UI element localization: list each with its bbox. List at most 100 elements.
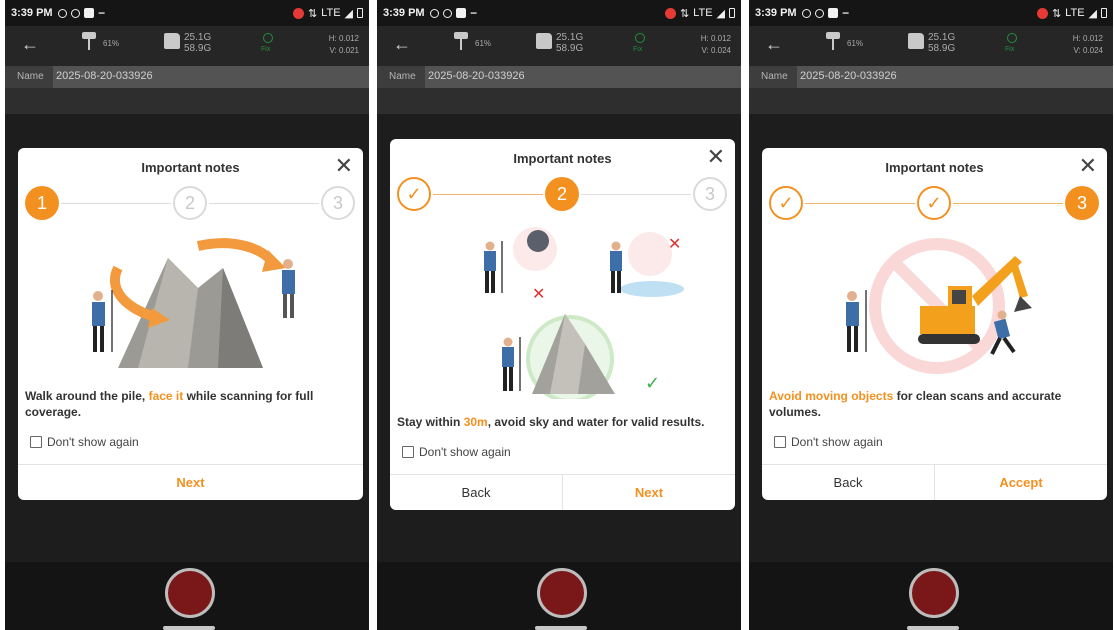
- rover-battery: 61%: [847, 39, 864, 48]
- capture-bar: [749, 562, 1113, 630]
- battery-icon: [357, 8, 363, 18]
- status-bar: 3:39 PM ▬ ⇅ LTE ◢: [377, 0, 741, 26]
- dialog-title: Important notes: [513, 151, 612, 166]
- step-connector: [209, 203, 319, 204]
- recording-icon: [1036, 7, 1048, 19]
- scan-range-illustration: ✕ ✕ ✓: [484, 227, 684, 399]
- dont-show-again-checkbox[interactable]: [402, 446, 414, 458]
- screenshot-composite: 3:39 PM ▬ ⇅ LTE ◢ ← 61% 25.1G 58.9G Fix …: [0, 0, 1115, 630]
- wifi-icon: ⇅: [679, 7, 690, 20]
- dont-show-again-option[interactable]: Don't show again: [402, 445, 511, 459]
- instruction-text: Avoid moving objects for clean scans and…: [769, 388, 1097, 420]
- app-notification-icon: [827, 8, 838, 18]
- home-indicator: [163, 626, 215, 630]
- dont-show-again-label: Don't show again: [419, 445, 511, 459]
- dont-show-again-checkbox[interactable]: [30, 436, 42, 448]
- step-connector: [433, 194, 543, 195]
- gnss-rover-icon[interactable]: [454, 32, 468, 50]
- sd-card-icon: [536, 33, 552, 49]
- sd-card-icon: [908, 33, 924, 49]
- network-label: LTE: [321, 7, 341, 19]
- dialog-title: Important notes: [885, 160, 984, 175]
- storage-total: 58.9G: [928, 43, 956, 54]
- accept-button[interactable]: Accept: [935, 465, 1107, 500]
- storage-info: 25.1G 58.9G: [556, 32, 583, 54]
- surveyor-left: [92, 290, 113, 352]
- gnss-rover-icon[interactable]: [826, 32, 840, 50]
- network-label: LTE: [693, 7, 713, 19]
- name-bar: Name 2025-08-20-033926: [377, 66, 741, 88]
- instruction-highlight: face it: [148, 389, 184, 403]
- battery-icon: [729, 8, 735, 18]
- h-precision: H: 0.012: [1072, 34, 1103, 43]
- app-notification-icon: [455, 8, 466, 18]
- instruction-text-part: Stay within: [397, 415, 464, 429]
- back-arrow-icon[interactable]: ←: [765, 34, 783, 55]
- signal-icon: ◢: [1088, 7, 1097, 20]
- dialog-button-row: Back Accept: [762, 464, 1107, 500]
- close-icon[interactable]: ✕: [707, 146, 725, 168]
- capture-bar: [377, 562, 741, 630]
- dont-show-again-option[interactable]: Don't show again: [30, 435, 139, 449]
- instruction-text: Stay within 30m, avoid sky and water for…: [397, 414, 725, 430]
- dont-show-again-checkbox[interactable]: [774, 436, 786, 448]
- next-button[interactable]: Next: [18, 465, 363, 500]
- record-button[interactable]: [909, 568, 959, 618]
- avoid-moving-objects-illustration: [846, 238, 1032, 374]
- name-field[interactable]: 2025-08-20-033926: [425, 66, 741, 88]
- status-bar: 3:39 PM ▬ ⇅ LTE ◢: [749, 0, 1113, 26]
- notification-icon: [814, 8, 824, 18]
- avoid-water-scene: ✕: [610, 232, 684, 297]
- capture-bar: [5, 562, 369, 630]
- step-1-indicator: 1: [25, 186, 59, 220]
- name-field[interactable]: 2025-08-20-033926: [53, 66, 369, 88]
- v-precision: V: 0.021: [329, 46, 359, 55]
- valid-pile-scene: ✓: [502, 314, 660, 399]
- step-2-indicator: 2: [545, 177, 579, 211]
- dont-show-again-label: Don't show again: [791, 435, 883, 449]
- svg-text:✕: ✕: [532, 284, 545, 303]
- close-icon[interactable]: ✕: [1079, 155, 1097, 177]
- surveyor: [846, 290, 867, 352]
- avoid-sky-scene: ✕: [484, 227, 557, 303]
- v-precision: V: 0.024: [1073, 46, 1103, 55]
- h-precision: H: 0.012: [700, 34, 731, 43]
- sub-bar: [749, 88, 1113, 114]
- next-button[interactable]: Next: [563, 475, 735, 510]
- storage-total: 58.9G: [184, 43, 212, 54]
- important-notes-dialog: Important notes ✕ 1 2 3 Walk around the …: [18, 148, 363, 500]
- step-3-indicator: 3: [321, 186, 355, 220]
- record-button[interactable]: [537, 568, 587, 618]
- rover-battery: 61%: [475, 39, 492, 48]
- step-3-indicator: 3: [693, 177, 727, 211]
- back-button[interactable]: Back: [390, 475, 563, 510]
- notification-dots-icon: ▬: [470, 10, 477, 16]
- back-button[interactable]: Back: [762, 465, 935, 500]
- fix-status: Fix: [1005, 46, 1015, 53]
- dont-show-again-option[interactable]: Don't show again: [774, 435, 883, 449]
- step-3-indicator: 3: [1065, 186, 1099, 220]
- survey-toolbar: ← 61% 25.1G 58.9G Fix H: 0.012 V: 0.024: [377, 26, 741, 66]
- survey-toolbar: ← 61% 25.1G 58.9G Fix H: 0.012 V: 0.024: [749, 26, 1113, 66]
- close-icon[interactable]: ✕: [335, 155, 353, 177]
- back-arrow-icon[interactable]: ←: [21, 34, 39, 55]
- notification-icon: [70, 8, 80, 18]
- wifi-icon: ⇅: [1051, 7, 1062, 20]
- step-connector: [953, 203, 1063, 204]
- gnss-rover-icon[interactable]: [82, 32, 96, 50]
- fix-status: Fix: [261, 46, 271, 53]
- sub-bar: [5, 88, 369, 114]
- step-1-indicator: ✓: [769, 186, 803, 220]
- app-notification-icon: [83, 8, 94, 18]
- record-button[interactable]: [165, 568, 215, 618]
- crosshair-icon: [1007, 33, 1017, 43]
- instruction-highlight: Avoid moving objects: [769, 389, 894, 403]
- svg-text:✕: ✕: [668, 234, 681, 253]
- name-field[interactable]: 2025-08-20-033926: [797, 66, 1113, 88]
- notification-icon: [57, 8, 67, 18]
- name-label: Name: [17, 71, 44, 82]
- back-arrow-icon[interactable]: ←: [393, 34, 411, 55]
- name-label: Name: [389, 71, 416, 82]
- battery-icon: [1101, 8, 1107, 18]
- dialog-title: Important notes: [141, 160, 240, 175]
